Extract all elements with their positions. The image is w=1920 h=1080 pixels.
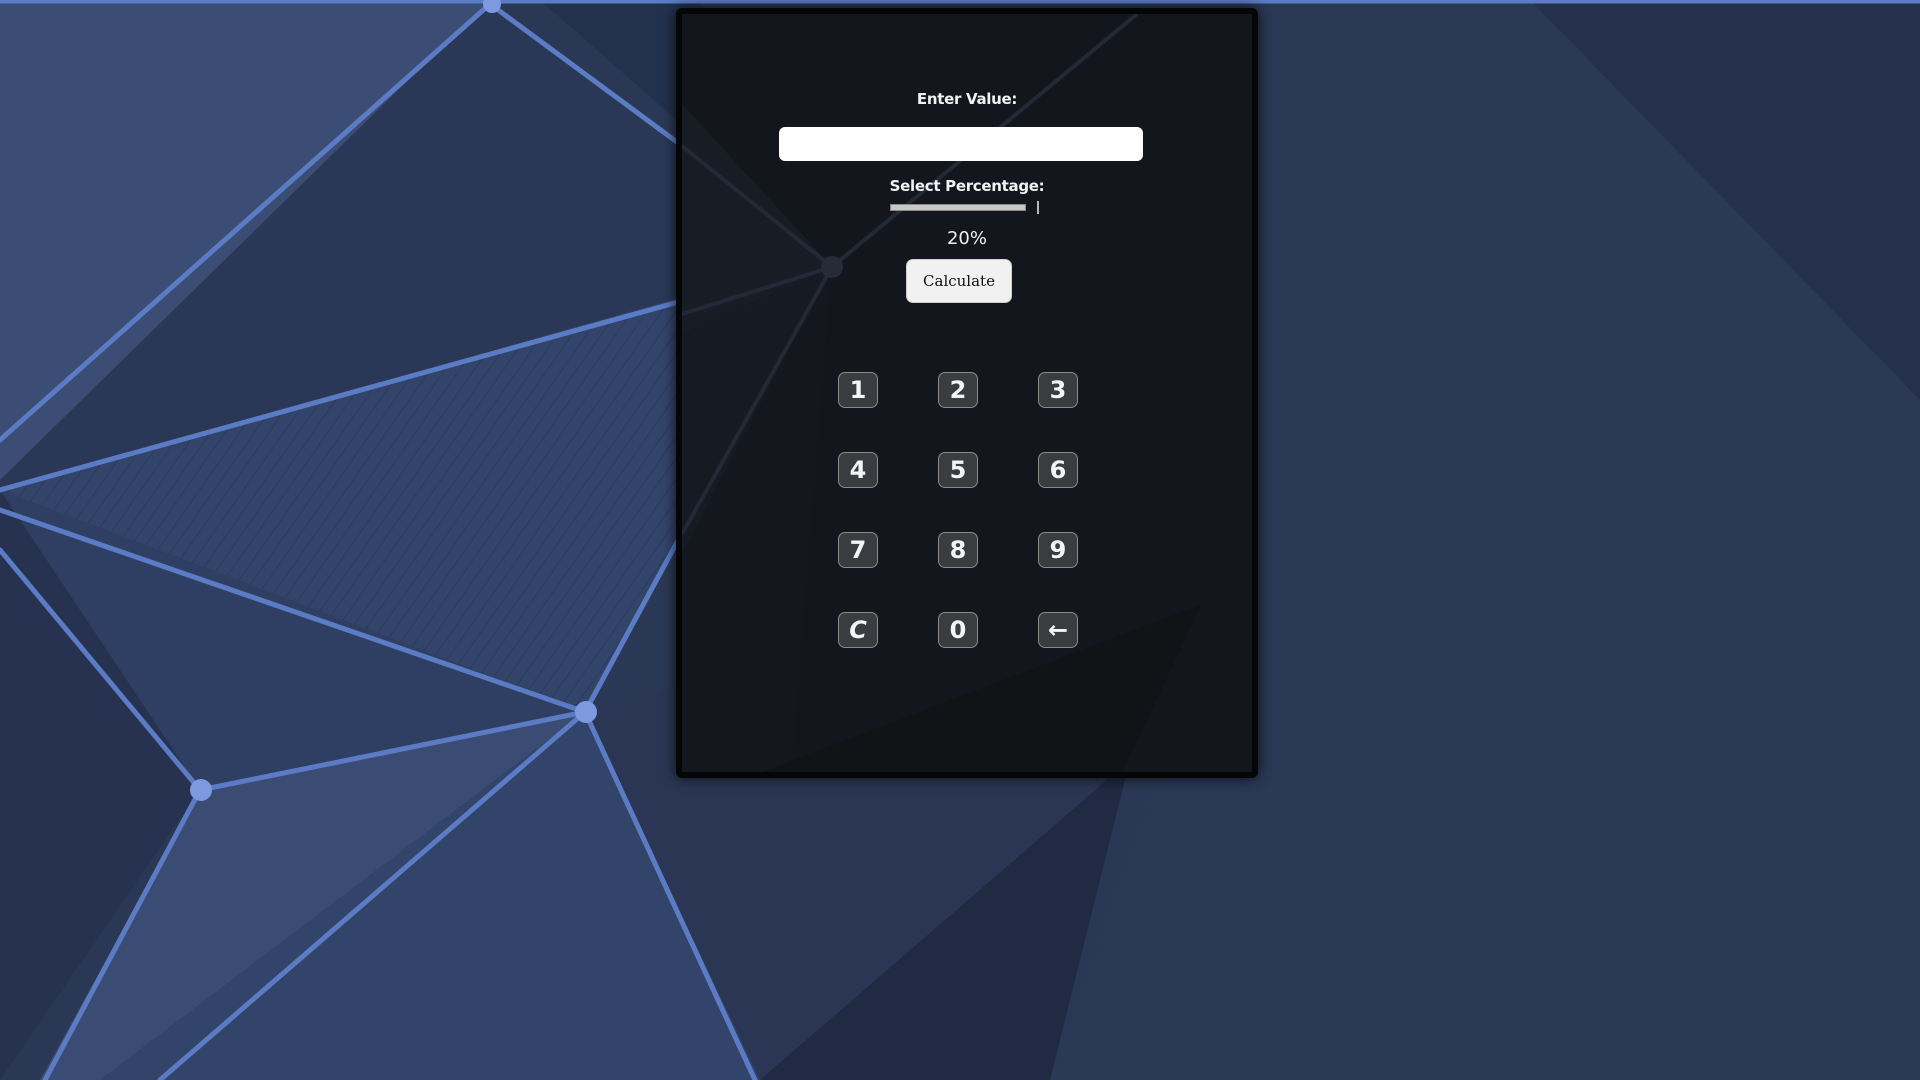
key-1[interactable]: 1 <box>838 372 878 408</box>
clear-button[interactable]: C <box>838 612 878 648</box>
percentage-slider[interactable] <box>890 201 1040 215</box>
calculator-card: Enter Value: Select Percentage: 20% Calc… <box>676 8 1258 778</box>
key-3[interactable]: 3 <box>1038 372 1078 408</box>
calculate-button[interactable]: Calculate <box>906 259 1012 303</box>
key-8[interactable]: 8 <box>938 532 978 568</box>
key-9[interactable]: 9 <box>1038 532 1078 568</box>
key-5[interactable]: 5 <box>938 452 978 488</box>
percentage-slider-track[interactable] <box>890 204 1026 211</box>
percentage-readout: 20% <box>946 228 987 249</box>
value-input[interactable] <box>779 127 1143 161</box>
percentage-slider-fill <box>891 205 1025 210</box>
select-percentage-label: Select Percentage: <box>889 177 1045 195</box>
key-6[interactable]: 6 <box>1038 452 1078 488</box>
key-0[interactable]: 0 <box>938 612 978 648</box>
key-4[interactable]: 4 <box>838 452 878 488</box>
backspace-button[interactable]: ← <box>1038 612 1078 648</box>
percentage-slider-thumb[interactable] <box>1037 201 1039 214</box>
key-2[interactable]: 2 <box>938 372 978 408</box>
enter-value-label: Enter Value: <box>916 90 1018 108</box>
key-7[interactable]: 7 <box>838 532 878 568</box>
